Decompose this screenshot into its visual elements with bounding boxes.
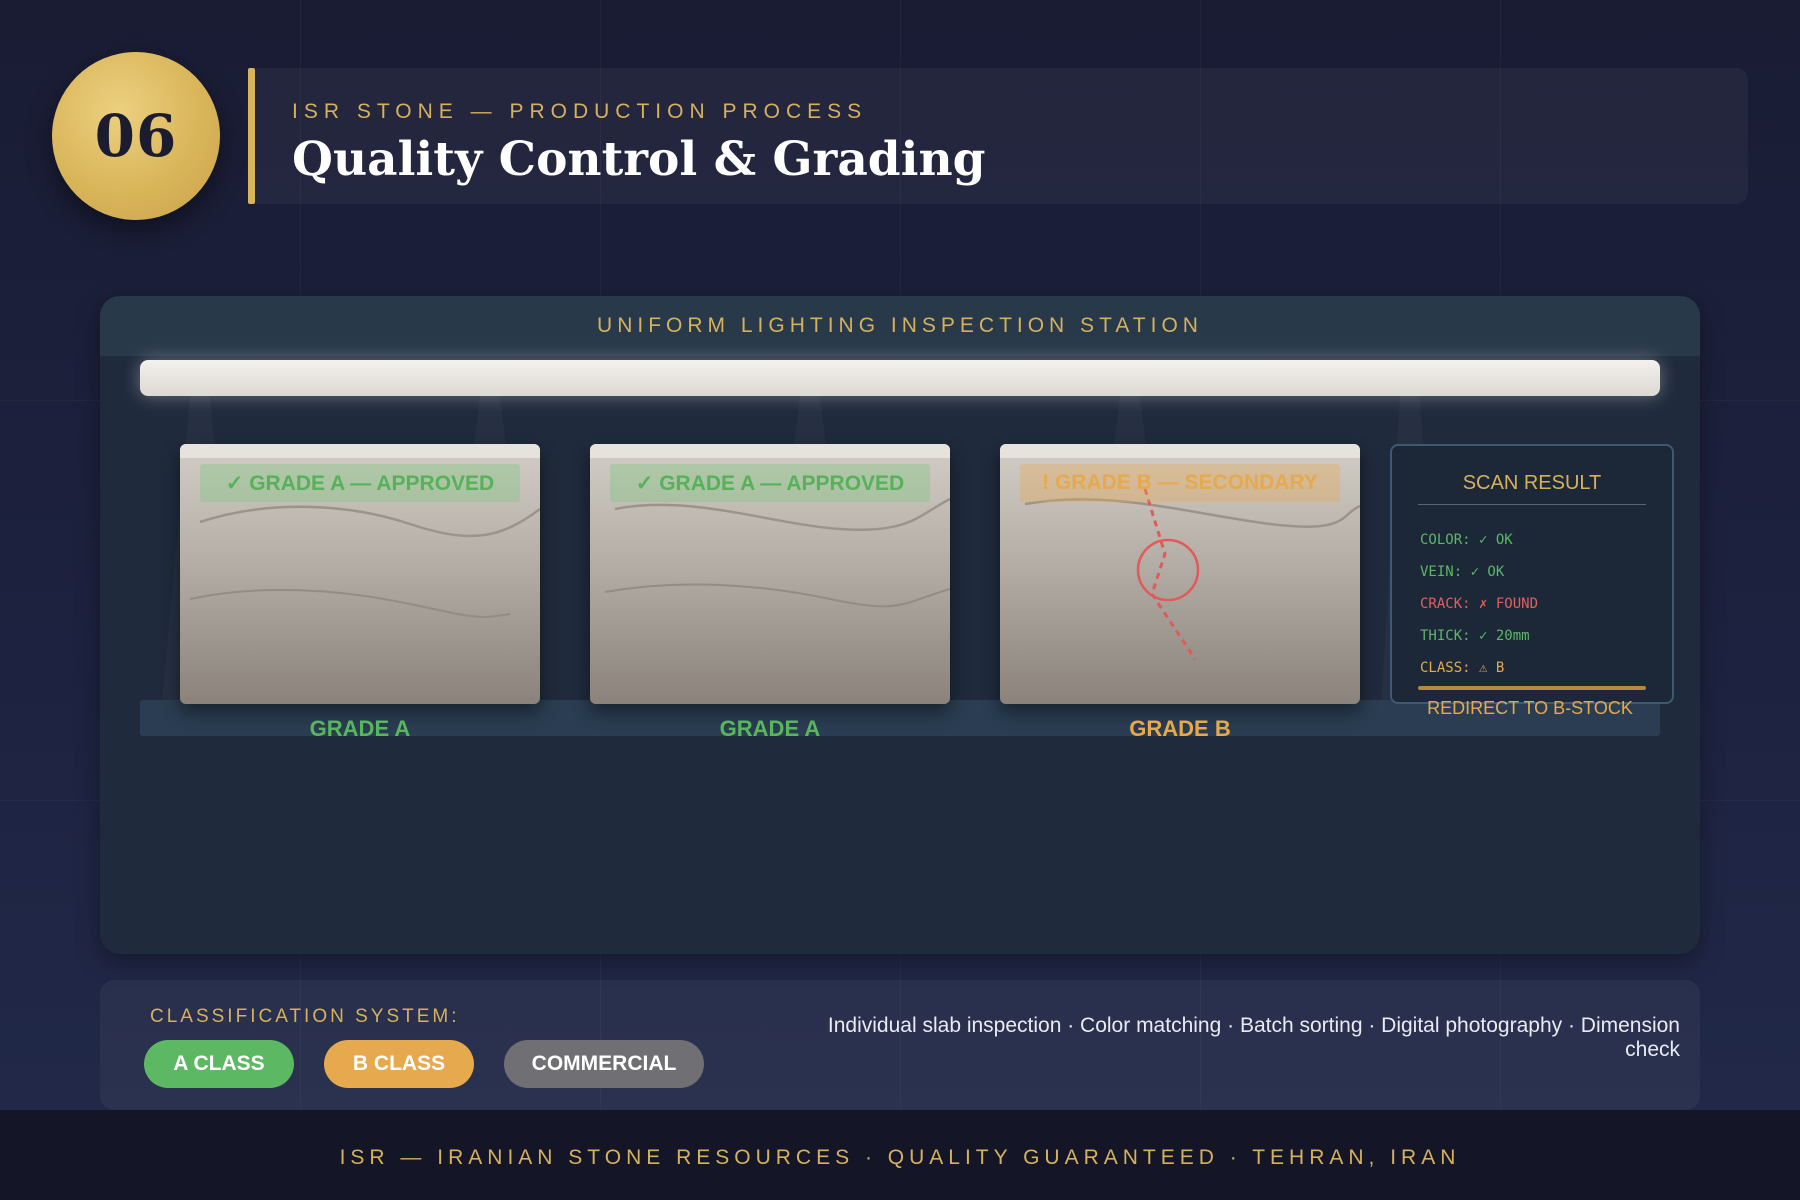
- redirect-notice: REDIRECT TO B-STOCK: [1427, 698, 1633, 718]
- scan-line-color: COLOR: ✓ OK: [1420, 532, 1513, 548]
- inspection-lamp: [140, 360, 1660, 396]
- slab-grade-label: GRADE A: [719, 716, 821, 741]
- inspection-station: UNIFORM LIGHTING INSPECTION STATION ✓ GR…: [100, 296, 1700, 954]
- slab-grade-label: GRADE A: [309, 716, 411, 741]
- class-pill-b[interactable]: B CLASS: [324, 1040, 474, 1088]
- scan-divider: [1418, 504, 1646, 505]
- footer-text: ISR — IRANIAN STONE RESOURCES · QUALITY …: [339, 1146, 1461, 1169]
- page-title: Quality Control & Grading: [292, 132, 986, 187]
- marble-slab-1[interactable]: ✓ GRADE A — APPROVED: [180, 444, 540, 704]
- scan-result-title: SCAN RESULT: [1462, 472, 1602, 494]
- header-accent-bar: [248, 68, 255, 204]
- step-number-badge: 06: [52, 52, 220, 220]
- grade-stamp: ✓ GRADE A — APPROVED: [610, 464, 930, 502]
- scan-line-class: CLASS: ⚠ B: [1420, 660, 1505, 676]
- footer: ISR — IRANIAN STONE RESOURCES · QUALITY …: [0, 1110, 1800, 1200]
- classification-panel: CLASSIFICATION SYSTEM: A CLASS B CLASS C…: [100, 980, 1700, 1110]
- marble-slab-2[interactable]: ✓ GRADE A — APPROVED: [590, 444, 950, 704]
- step-number: 06: [94, 102, 178, 170]
- marble-slab-3[interactable]: ! GRADE B — SECONDARY: [1000, 444, 1360, 704]
- station-title: UNIFORM LIGHTING INSPECTION STATION: [597, 314, 1203, 337]
- features-list: Individual slab inspection · Color match…: [827, 1014, 1680, 1061]
- crack-marker: [1136, 538, 1200, 602]
- header-kicker: ISR STONE — PRODUCTION PROCESS: [292, 100, 868, 123]
- scan-result-panel: SCAN RESULT COLOR: ✓ OK VEIN: ✓ OK CRACK…: [1390, 444, 1674, 704]
- scan-line-vein: VEIN: ✓ OK: [1420, 564, 1505, 580]
- scan-footer-bar: [1418, 686, 1646, 690]
- scan-line-crack: CRACK: ✗ FOUND: [1420, 596, 1539, 612]
- class-pill-commercial[interactable]: COMMERCIAL: [504, 1040, 704, 1088]
- crack-line: [1143, 488, 1197, 660]
- classification-title: CLASSIFICATION SYSTEM:: [150, 1006, 460, 1027]
- slab-grade-label: GRADE B: [1129, 716, 1231, 741]
- grade-stamp: ! GRADE B — SECONDARY: [1020, 464, 1340, 502]
- grade-stamp: ✓ GRADE A — APPROVED: [200, 464, 520, 502]
- scan-line-thickness: THICK: ✓ 20mm: [1420, 628, 1530, 644]
- class-pill-a[interactable]: A CLASS: [144, 1040, 294, 1088]
